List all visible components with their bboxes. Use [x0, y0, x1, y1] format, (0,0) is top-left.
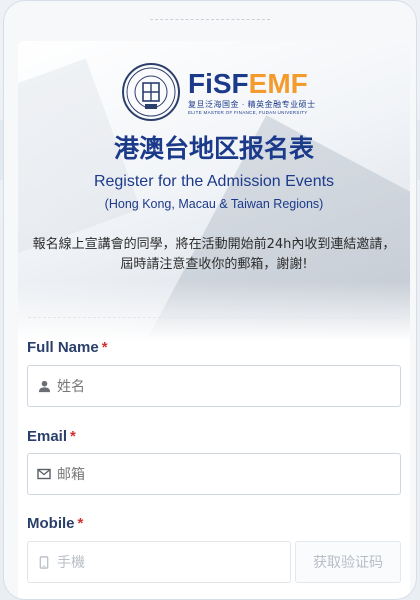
- mobile-label: Mobile *: [27, 515, 84, 532]
- email-placeholder: 邮箱: [57, 467, 85, 483]
- notice-text: 報名線上宣講會的同學，將在活動開始前24h內收到連結邀請，屆時請注意查收你的郵箱…: [32, 237, 396, 272]
- email-label: Email *: [27, 428, 76, 445]
- brand-subtitle-en: ELITE MASTER OF FINANCE, FUDAN UNIVERSIT…: [188, 109, 308, 115]
- page-subtitle-region: (Hong Kong, Macau & Taiwan Regions): [104, 197, 324, 211]
- user-icon: [37, 379, 51, 393]
- full-name-placeholder: 姓名: [57, 379, 85, 395]
- brand-subtitle-cn: 复旦泛海国金 · 精英金融专业硕士: [188, 99, 316, 109]
- full-name-input[interactable]: 姓名: [27, 365, 401, 407]
- page-title: 港澳台地区报名表: [113, 134, 314, 163]
- email-input[interactable]: 邮箱: [27, 453, 401, 495]
- section-divider: [28, 317, 400, 318]
- mobile-input[interactable]: 手機: [27, 541, 291, 583]
- get-verification-code-button[interactable]: 获取验证码: [295, 541, 401, 583]
- phone-notch: [150, 19, 270, 21]
- brand-logo: FiSFEMF 复旦泛海国金 · 精英金融专业硕士 ELITE MASTER O…: [122, 63, 316, 121]
- phone-icon: [37, 555, 51, 569]
- fudan-seal-logo: [122, 63, 180, 121]
- brand-wordmark: FiSFEMF: [188, 67, 308, 99]
- full-name-label: Full Name *: [27, 339, 108, 356]
- page-subtitle: Register for the Admission Events: [93, 173, 335, 190]
- mobile-placeholder: 手機: [57, 555, 85, 571]
- registration-card: FiSFEMF 复旦泛海国金 · 精英金融专业硕士 ELITE MASTER O…: [18, 41, 410, 599]
- phone-frame: FiSFEMF 复旦泛海国金 · 精英金融专业硕士 ELITE MASTER O…: [3, 0, 417, 600]
- mail-icon: [37, 467, 51, 481]
